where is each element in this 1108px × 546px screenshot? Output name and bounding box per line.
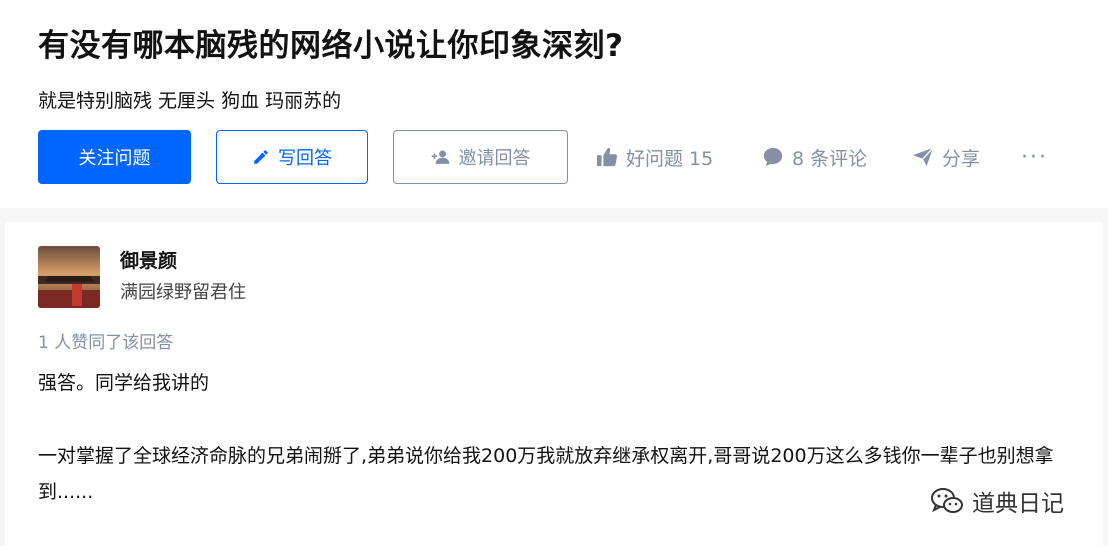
- answer-card: 御景颜 满园绿野留君住 1 人赞同了该回答 强答。同学给我讲的 一对掌握了全球经…: [5, 222, 1103, 546]
- invite-user-icon: [431, 150, 449, 164]
- wechat-logo-icon: [931, 488, 963, 513]
- vote-count: 1 人赞同了该回答: [38, 333, 174, 353]
- question-actions: 关注问题 写回答 邀请回答 好问题 15 8 条评论 分享 ···: [38, 130, 1078, 184]
- question-title[interactable]: 有没有哪本脑残的网络小说让你印象深刻?: [38, 20, 623, 65]
- author-name[interactable]: 御景颜: [120, 246, 177, 273]
- share-arrow-icon: [913, 147, 934, 167]
- question-card: 有没有哪本脑残的网络小说让你印象深刻? 就是特别脑残 无厘头 狗血 玛丽苏的 关…: [0, 0, 1108, 208]
- comment-icon: [763, 147, 783, 167]
- pencil-icon: [254, 150, 268, 164]
- avatar[interactable]: [38, 246, 100, 308]
- write-answer-button[interactable]: 写回答: [216, 130, 368, 184]
- invite-answer-button[interactable]: 邀请回答: [393, 130, 568, 184]
- question-description: 就是特别脑残 无厘头 狗血 玛丽苏的: [38, 90, 342, 112]
- watermark: 道典日记: [930, 484, 1064, 518]
- watermark-text: 道典日记: [972, 491, 1064, 517]
- more-icon: ···: [1021, 144, 1048, 170]
- good-question-button[interactable]: 好问题 15: [596, 130, 713, 184]
- comments-label: 8 条评论: [792, 147, 868, 170]
- share-label: 分享: [942, 147, 981, 170]
- thumb-up-icon: [597, 147, 618, 167]
- write-answer-label: 写回答: [278, 148, 332, 169]
- author-bio: 满园绿野留君住: [120, 282, 246, 303]
- share-button[interactable]: 分享: [912, 130, 980, 184]
- comments-button[interactable]: 8 条评论: [762, 130, 867, 184]
- good-question-label: 好问题 15: [626, 147, 714, 170]
- follow-question-label: 关注问题: [78, 148, 151, 169]
- invite-answer-label: 邀请回答: [458, 148, 531, 169]
- follow-question-button[interactable]: 关注问题: [38, 130, 191, 184]
- answer-paragraph: 强答。同学给我讲的: [38, 372, 210, 394]
- more-options-button[interactable]: ···: [1021, 130, 1048, 184]
